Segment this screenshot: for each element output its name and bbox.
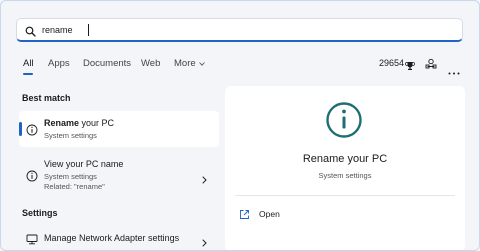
info-icon: [26, 123, 38, 141]
result-title-rest: your PC: [79, 118, 115, 128]
tab-documents[interactable]: Documents: [83, 58, 131, 69]
info-icon: [325, 101, 363, 144]
tab-apps[interactable]: Apps: [48, 58, 70, 69]
more-options-icon[interactable]: [448, 62, 460, 80]
result-title: Rename your PC: [44, 118, 114, 128]
tab-more[interactable]: More: [174, 58, 205, 69]
tab-more-label: More: [174, 58, 196, 69]
search-window: All Apps Documents Web More 29654 Best m…: [0, 0, 480, 251]
result-rename-your-pc[interactable]: Rename your PC System settings: [19, 111, 219, 147]
search-box[interactable]: [16, 18, 463, 42]
preview-title: Rename your PC: [302, 153, 388, 165]
open-external-icon: [239, 207, 250, 224]
preview-pane: Rename your PC System settings Open: [225, 86, 465, 250]
preview-subtitle: System settings: [318, 171, 372, 180]
chevron-down-icon: [198, 58, 205, 69]
result-related: Related: "rename": [44, 182, 105, 191]
settings-heading: Settings: [22, 208, 58, 218]
active-tab-indicator: [23, 73, 33, 75]
tab-all-label: All: [23, 58, 34, 69]
chevron-right-icon[interactable]: [202, 234, 207, 250]
open-action[interactable]: Open: [239, 207, 280, 225]
result-title-match: Rename: [44, 118, 80, 128]
selection-accent: [19, 122, 22, 136]
text-cursor: [88, 24, 89, 36]
open-label: Open: [259, 209, 280, 219]
preview-divider: [235, 195, 455, 196]
result-subtitle: System settings: [44, 131, 97, 140]
network-adapter-icon: [26, 232, 38, 250]
search-input[interactable]: [42, 22, 442, 38]
best-match-heading: Best match: [22, 93, 71, 103]
rewards-trophy-icon[interactable]: [405, 58, 415, 76]
info-icon: [26, 169, 38, 187]
tab-all[interactable]: All: [23, 58, 34, 75]
tab-web[interactable]: Web: [141, 58, 160, 69]
result-subtitle: System settings: [44, 172, 97, 181]
search-icon: [25, 24, 36, 42]
result-title: Manage Network Adapter settings: [44, 233, 180, 243]
result-title: View your PC name: [44, 159, 124, 169]
result-view-your-pc-name[interactable]: View your PC name System settings Relate…: [19, 153, 219, 197]
account-switch-icon[interactable]: [425, 57, 437, 75]
chevron-right-icon[interactable]: [202, 171, 207, 189]
result-manage-network-adapter-settings[interactable]: Manage Network Adapter settings: [19, 227, 219, 249]
rewards-points: 29654: [379, 58, 405, 68]
